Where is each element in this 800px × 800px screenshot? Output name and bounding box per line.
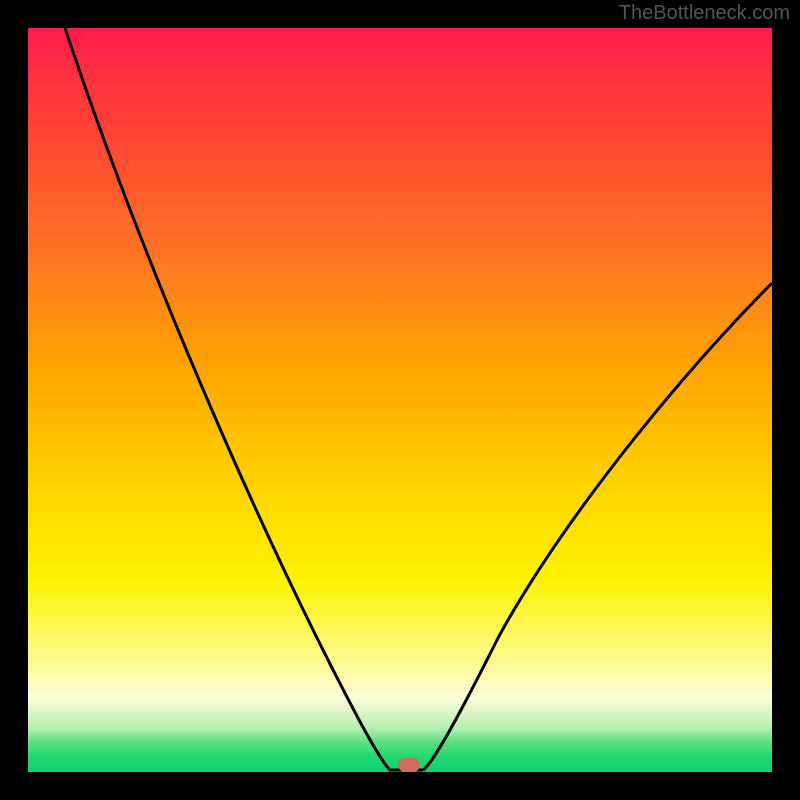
curve-right <box>423 283 772 770</box>
curve-left <box>65 28 423 770</box>
bottleneck-curve <box>28 28 772 772</box>
watermark-text: TheBottleneck.com <box>619 2 790 25</box>
optimal-marker <box>398 758 420 772</box>
plot-area <box>28 28 772 772</box>
